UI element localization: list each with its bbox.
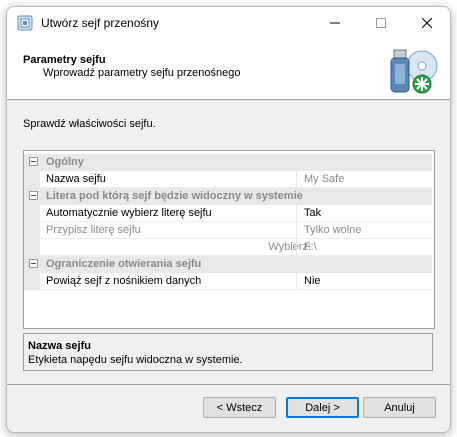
app-icon xyxy=(17,15,33,31)
property-name: Nazwa sejfu xyxy=(46,173,106,185)
window-title: Utwórz sejf przenośny xyxy=(41,16,160,30)
row-gutter xyxy=(24,222,40,239)
collapse-icon[interactable] xyxy=(29,259,38,268)
collapse-icon[interactable] xyxy=(29,191,38,200)
close-button[interactable] xyxy=(404,7,450,38)
header-subtitle: Wprowadź parametry sejfu przenośnego xyxy=(43,67,241,79)
property-row-auto-letter[interactable]: Automatycznie wybierz literę sejfu Tak xyxy=(24,205,432,222)
title-bar: Utwórz sejf przenośny xyxy=(7,7,450,38)
row-gutter xyxy=(24,205,40,222)
close-icon xyxy=(422,17,432,28)
property-value: Tylko wolne xyxy=(304,224,362,236)
category-drive-letter[interactable]: Litera pod którą sejf będzie widoczny w … xyxy=(24,188,432,205)
category-label: Litera pod którą sejf będzie widoczny w … xyxy=(46,190,303,202)
category-label: Ogólny xyxy=(46,156,84,168)
property-value: My Safe xyxy=(304,173,345,185)
category-open-restriction[interactable]: Ograniczenie otwierania sejfu xyxy=(24,256,432,273)
row-gutter xyxy=(24,273,40,290)
collapse-icon[interactable] xyxy=(29,157,38,166)
property-row-bind-media[interactable]: Powiąż sejf z nośnikiem danych Nie xyxy=(24,273,432,290)
property-row-select-letter[interactable]: Wybierz: F:\ xyxy=(24,239,432,256)
property-row-safe-name[interactable]: Nazwa sejfu My Safe xyxy=(24,171,432,188)
property-value: Nie xyxy=(304,275,321,287)
property-name: Przypisz literę sejfu xyxy=(46,224,141,236)
help-title: Nazwa sejfu xyxy=(28,340,91,352)
column-divider xyxy=(296,205,297,222)
property-name: Powiąż sejf z nośnikiem danych xyxy=(46,275,202,287)
category-general[interactable]: Ogólny xyxy=(24,154,432,171)
column-divider xyxy=(296,171,297,188)
help-panel: Nazwa sejfu Etykieta napędu sejfu widocz… xyxy=(23,333,433,371)
column-divider xyxy=(296,273,297,290)
row-gutter xyxy=(24,239,40,256)
wizard-window: Utwórz sejf przenośny Parametry sejfu Wp… xyxy=(6,6,451,433)
usb-drive-disc-icon xyxy=(390,49,438,94)
minimize-button[interactable] xyxy=(312,7,358,38)
maximize-button[interactable] xyxy=(358,7,404,38)
cancel-button[interactable]: Anuluj xyxy=(363,397,436,418)
row-gutter xyxy=(24,171,40,188)
column-divider xyxy=(296,239,297,256)
back-button[interactable]: < Wstecz xyxy=(203,397,276,418)
category-label: Ograniczenie otwierania sejfu xyxy=(46,258,202,270)
help-description: Etykieta napędu sejfu widoczna w systemi… xyxy=(28,354,243,366)
column-divider xyxy=(296,222,297,239)
minimize-icon xyxy=(330,22,340,23)
property-name: Automatycznie wybierz literę sejfu xyxy=(46,207,212,219)
next-button[interactable]: Dalej > xyxy=(286,397,359,418)
intro-text: Sprawdź właściwości sejfu. xyxy=(23,118,156,130)
header-title: Parametry sejfu xyxy=(23,54,106,66)
property-value: F:\ xyxy=(304,241,317,253)
footer-divider xyxy=(7,384,450,385)
property-value: Tak xyxy=(304,207,322,219)
property-grid: Ogólny Nazwa sejfu My Safe Litera pod kt… xyxy=(23,150,435,329)
row-separator xyxy=(40,289,432,290)
wizard-header: Parametry sejfu Wprowadź parametry sejfu… xyxy=(7,38,450,100)
maximize-icon xyxy=(376,17,386,28)
property-row-assign-letter[interactable]: Przypisz literę sejfu Tylko wolne xyxy=(24,222,432,239)
